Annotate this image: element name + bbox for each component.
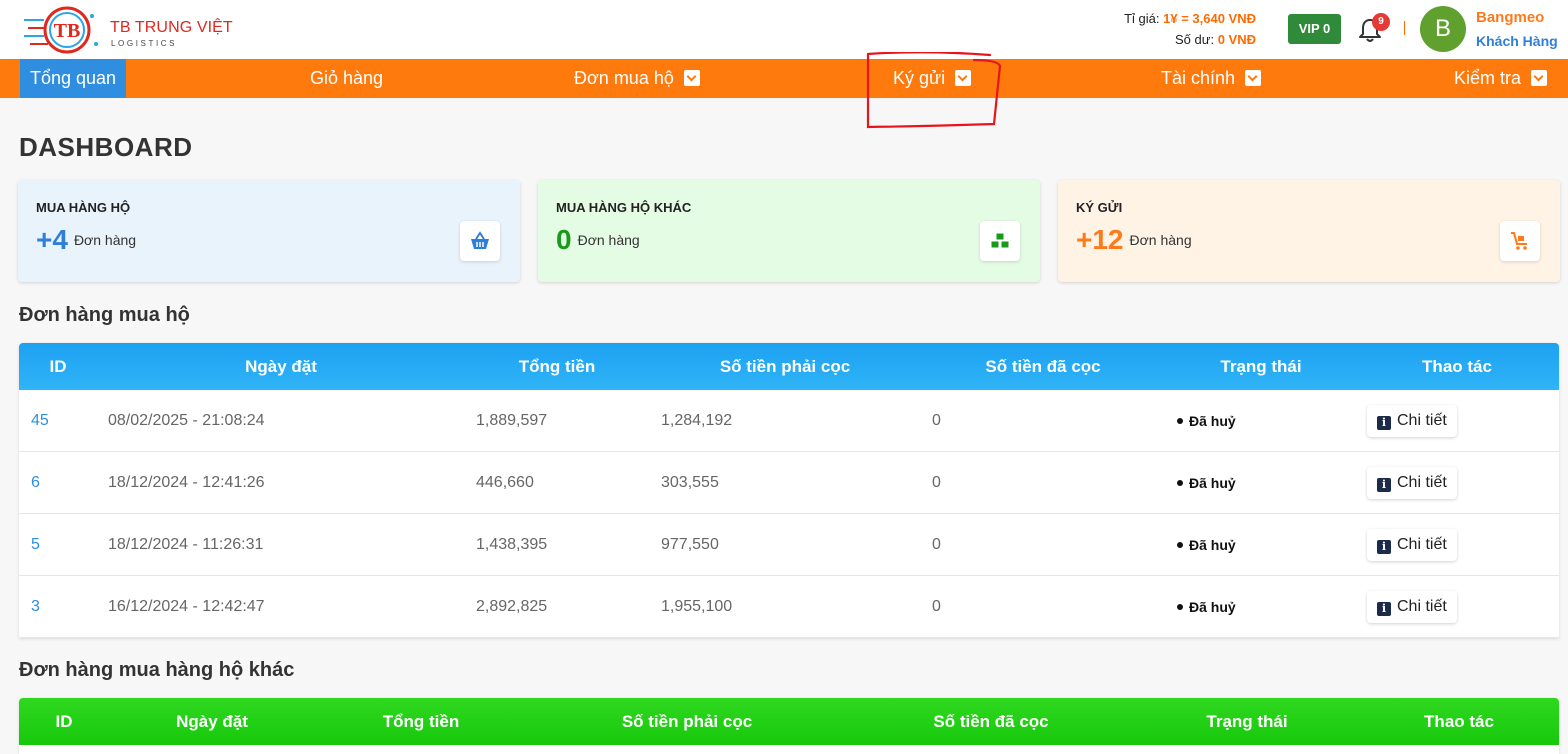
brand-name: TB TRUNG VIỆT [110, 19, 233, 36]
info-icon: i [1377, 416, 1391, 430]
vip-badge[interactable]: VIP 0 [1288, 14, 1341, 44]
order-id-link[interactable]: 5 [31, 514, 40, 576]
card-other-purchase-orders[interactable]: MUA HÀNG HỘ KHÁC 0 Đơn hàng [538, 180, 1040, 282]
chevron-down-icon [683, 70, 700, 86]
order-id-link[interactable]: 45 [31, 390, 49, 452]
avatar[interactable]: B [1420, 6, 1466, 52]
card-value: +12 [1076, 224, 1124, 255]
order-id-link[interactable]: 3 [31, 576, 40, 638]
table-row: 3 16/12/2024 - 12:42:47 2,892,825 1,955,… [19, 576, 1559, 638]
brand-subtitle: LOGISTICS [111, 39, 178, 48]
card-purchase-orders[interactable]: MUA HÀNG HỘ +4 Đơn hàng [18, 180, 520, 282]
exchange-rate-value: 1¥ = 3,640 VNĐ [1163, 11, 1256, 26]
main-nav: Tổng quan Giỏ hàng Đơn mua hộ Ký gửi Tài… [0, 59, 1568, 98]
card-value: +4 [36, 224, 68, 255]
table-row: 5 18/12/2024 - 11:26:31 1,438,395 977,55… [19, 514, 1559, 576]
nav-check[interactable]: Kiểm tra [1454, 59, 1548, 98]
nav-overview[interactable]: Tổng quan [20, 59, 127, 98]
header-divider [1404, 21, 1405, 35]
detail-button[interactable]: i Chi tiết [1367, 591, 1457, 623]
user-name[interactable]: Bangmeo [1476, 9, 1544, 26]
card-value: 0 [556, 224, 572, 255]
user-role: Khách Hàng [1476, 33, 1558, 49]
page-title: DASHBOARD [19, 132, 193, 162]
table-row: 45 08/02/2025 - 21:08:24 1,889,597 1,284… [19, 390, 1559, 452]
cart-icon [1500, 221, 1540, 261]
table-row: 6 18/12/2024 - 12:41:26 446,660 303,555 … [19, 452, 1559, 514]
table-header: ID Ngày đặt Tổng tiền Số tiền phải cọc S… [19, 343, 1559, 390]
header: TB TB TRUNG VIỆT LOGISTICS Tỉ giá: 1¥ = … [0, 0, 1568, 59]
section-title-purchase-orders: Đơn hàng mua hộ [19, 304, 190, 326]
other-orders-table: ID Ngày đặt Tổng tiền Số tiền phải cọc S… [19, 698, 1559, 754]
nav-purchase-orders[interactable]: Đơn mua hộ [574, 59, 700, 98]
status-badge: Đã huỷ [1177, 390, 1236, 452]
status-badge: Đã huỷ [1177, 452, 1236, 514]
card-consignment[interactable]: KÝ GỬI +12 Đơn hàng [1058, 180, 1560, 282]
annotation-highlight-box [866, 52, 1002, 129]
basket-icon [460, 221, 500, 261]
chevron-down-icon [1245, 70, 1262, 86]
balance-value: 0 VNĐ [1217, 32, 1256, 47]
account-balance: Số dư: 0 VNĐ [1175, 32, 1256, 47]
info-icon: i [1377, 540, 1391, 554]
brand-logo[interactable]: TB TB TRUNG VIỆT LOGISTICS [22, 4, 242, 56]
nav-finance[interactable]: Tài chính [1161, 59, 1262, 98]
exchange-rate: Tỉ giá: 1¥ = 3,640 VNĐ [1124, 11, 1256, 26]
info-icon: i [1377, 602, 1391, 616]
status-badge: Đã huỷ [1177, 576, 1236, 638]
svg-text:TB: TB [54, 20, 81, 42]
status-badge: Đã huỷ [1177, 514, 1236, 576]
chevron-down-icon [1531, 70, 1548, 86]
section-title-other-orders: Đơn hàng mua hàng hộ khác [19, 659, 295, 681]
detail-button[interactable]: i Chi tiết [1367, 405, 1457, 437]
table-header: ID Ngày đặt Tổng tiền Số tiền phải cọc S… [19, 698, 1559, 745]
cubes-icon [980, 221, 1020, 261]
logo-emblem-icon: TB [24, 6, 98, 54]
notification-count-badge: 9 [1372, 13, 1390, 31]
purchase-orders-table: ID Ngày đặt Tổng tiền Số tiền phải cọc S… [19, 343, 1559, 638]
detail-button[interactable]: i Chi tiết [1367, 467, 1457, 499]
nav-cart[interactable]: Giỏ hàng [310, 59, 383, 98]
detail-button[interactable]: i Chi tiết [1367, 529, 1457, 561]
info-icon: i [1377, 478, 1391, 492]
order-id-link[interactable]: 6 [31, 452, 40, 514]
